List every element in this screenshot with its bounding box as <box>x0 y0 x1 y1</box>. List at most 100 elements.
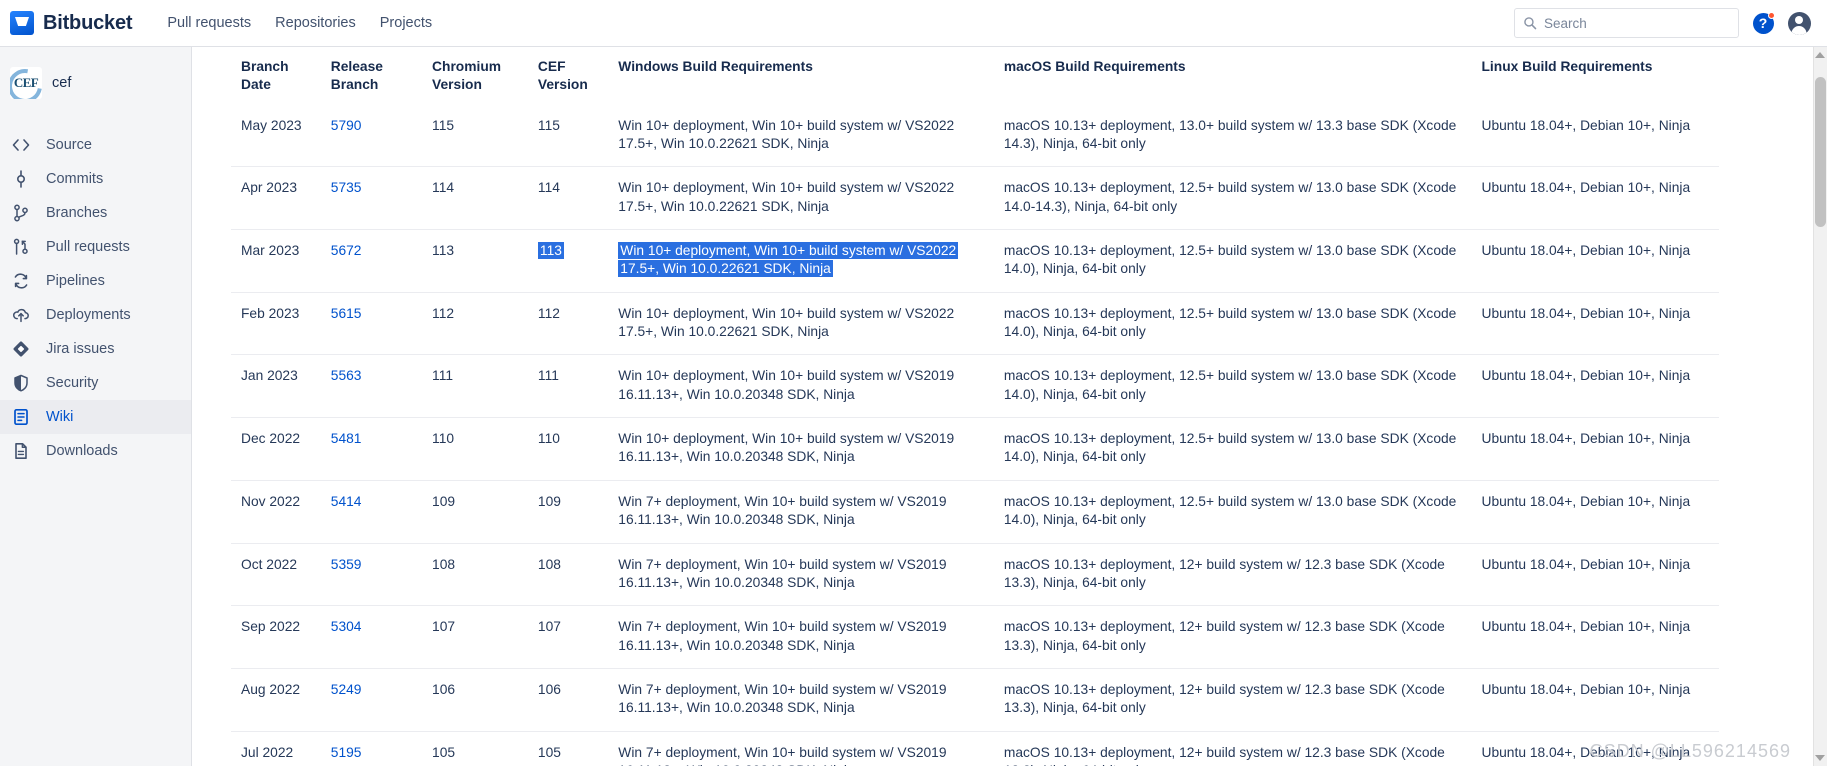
release-branch-link[interactable]: 5615 <box>331 306 362 321</box>
cell-release-branch: 5304 <box>320 605 423 669</box>
table-row: Dec 2022 5481 110 110 Win 10+ deployment, Wi… <box>231 417 1719 481</box>
release-branch-link[interactable]: 5563 <box>331 368 362 383</box>
sidebar-item-label: Commits <box>46 171 104 187</box>
sidebar-item-jira-issues[interactable]: Jira issues <box>0 332 191 366</box>
cell-chromium-version: 108 <box>422 543 528 607</box>
release-branch-link[interactable]: 5481 <box>331 431 362 446</box>
cell-release-branch: 5481 <box>320 417 423 481</box>
table-header: Branch Date Release Branch Chromium Vers… <box>231 47 1719 105</box>
cell-cef-version: 113 <box>527 229 609 293</box>
cell-macos-build-requirements: macOS 10.13+ deployment, 13.0+ build sys… <box>993 104 1472 168</box>
sidebar-item-wiki[interactable]: Wiki <box>0 400 191 434</box>
cell-branch-date: Feb 2023 <box>231 292 321 356</box>
nav-repositories[interactable]: Repositories <box>264 9 367 37</box>
sidebar-item-deployments[interactable]: Deployments <box>0 298 191 332</box>
search-box[interactable] <box>1514 8 1739 38</box>
cell-chromium-version: 107 <box>422 605 528 669</box>
sidebar-item-label: Jira issues <box>46 341 115 357</box>
cell-linux-build-requirements: Ubuntu 18.04+, Debian 10+, Ninja <box>1471 104 1719 168</box>
release-branch-link[interactable]: 5195 <box>331 745 362 760</box>
cell-release-branch: 5735 <box>320 166 423 231</box>
cell-chromium-version: 113 <box>422 229 528 293</box>
sidebar-nav-list: Source Commits Branches Pull requests Pi… <box>0 128 191 468</box>
cell-chromium-version: 115 <box>422 104 528 168</box>
sidebar-item-label: Source <box>46 137 92 153</box>
sidebar-item-label: Branches <box>46 205 108 221</box>
cell-macos-build-requirements: macOS 10.13+ deployment, 12+ build syste… <box>993 731 1472 766</box>
cell-macos-build-requirements: macOS 10.13+ deployment, 12+ build syste… <box>993 605 1472 669</box>
code-brackets-icon <box>10 135 32 155</box>
table-row: Feb 2023 5615 112 112 Win 10+ deployment, Wi… <box>231 292 1719 356</box>
cell-linux-build-requirements: Ubuntu 18.04+, Debian 10+, Ninja <box>1471 480 1719 544</box>
cell-macos-build-requirements: macOS 10.13+ deployment, 12.5+ build sys… <box>993 166 1472 231</box>
cell-cef-version: 115 <box>527 104 609 168</box>
cell-cef-version: 111 <box>527 354 609 419</box>
release-branch-link[interactable]: 5359 <box>331 557 362 572</box>
scrollbar-thumb[interactable] <box>1815 77 1826 227</box>
cell-chromium-version: 114 <box>422 166 528 231</box>
table-row: Apr 2023 5735 114 114 Win 10+ deployment, Wi… <box>231 166 1719 231</box>
table-row: Sep 2022 5304 107 107 Win 7+ deployment, Win… <box>231 605 1719 669</box>
cell-windows-build-requirements: Win 10+ deployment, Win 10+ build system… <box>608 166 994 231</box>
table-row: May 2023 5790 115 115 Win 10+ deployment, Wi… <box>231 104 1719 168</box>
sidebar-item-pull-requests[interactable]: Pull requests <box>0 230 191 264</box>
downloads-icon <box>10 441 32 461</box>
vertical-scrollbar[interactable] <box>1813 47 1827 766</box>
cell-windows-build-requirements: Win 10+ deployment, Win 10+ build system… <box>608 292 994 356</box>
cell-linux-build-requirements: Ubuntu 18.04+, Debian 10+, Ninja <box>1471 543 1719 607</box>
release-branch-link[interactable]: 5790 <box>331 118 362 133</box>
sidebar-item-downloads[interactable]: Downloads <box>0 434 191 468</box>
cell-windows-build-requirements: Win 10+ deployment, Win 10+ build system… <box>608 354 994 419</box>
profile-button[interactable] <box>1787 11 1811 35</box>
table-row: Nov 2022 5414 109 109 Win 7+ deployment, Win… <box>231 480 1719 544</box>
cell-macos-build-requirements: macOS 10.13+ deployment, 12.5+ build sys… <box>993 417 1472 481</box>
selected-text: Win 10+ deployment, Win 10+ build system… <box>618 242 959 278</box>
cell-windows-build-requirements: Win 7+ deployment, Win 10+ build system … <box>608 605 994 669</box>
cell-linux-build-requirements: Ubuntu 18.04+, Debian 10+, Ninja <box>1471 292 1719 356</box>
sidebar-item-branches[interactable]: Branches <box>0 196 191 230</box>
table-row: Jan 2023 5563 111 111 Win 10+ deployment, Wi… <box>231 354 1719 419</box>
brand-name: Bitbucket <box>43 11 133 34</box>
column-header-branch-date: Branch Date <box>241 59 289 93</box>
cell-branch-date: Jul 2022 <box>231 731 321 766</box>
nav-pull-requests[interactable]: Pull requests <box>156 9 262 37</box>
cell-linux-build-requirements: Ubuntu 18.04+, Debian 10+, Ninja <box>1471 605 1719 669</box>
help-button[interactable]: ? <box>1751 11 1775 35</box>
search-input[interactable] <box>1544 15 1730 31</box>
release-branch-link[interactable]: 5249 <box>331 682 362 697</box>
repository-header[interactable]: CEF cef <box>0 47 191 103</box>
cell-cef-version: 105 <box>527 731 609 766</box>
cell-macos-build-requirements: macOS 10.13+ deployment, 12.5+ build sys… <box>993 292 1472 356</box>
cell-release-branch: 5615 <box>320 292 423 356</box>
cell-macos-build-requirements: macOS 10.13+ deployment, 12.5+ build sys… <box>993 229 1472 293</box>
deployment-icon <box>10 305 32 325</box>
sidebar-item-label: Pipelines <box>46 273 105 289</box>
bitbucket-brand[interactable]: Bitbucket <box>10 11 133 35</box>
cell-release-branch: 5672 <box>320 229 423 293</box>
sidebar-item-commits[interactable]: Commits <box>0 162 191 196</box>
nav-projects[interactable]: Projects <box>369 9 443 37</box>
release-branch-link[interactable]: 5672 <box>331 243 362 258</box>
cell-macos-build-requirements: macOS 10.13+ deployment, 12.5+ build sys… <box>993 354 1472 419</box>
scroll-up-arrow-icon[interactable] <box>1815 52 1825 58</box>
pull-request-icon <box>10 237 32 257</box>
pipeline-icon <box>10 271 32 291</box>
sidebar-item-pipelines[interactable]: Pipelines <box>0 264 191 298</box>
scroll-down-arrow-icon[interactable] <box>1815 755 1825 761</box>
sidebar-item-source[interactable]: Source <box>0 128 191 162</box>
selected-text: 113 <box>537 242 564 260</box>
sidebar-item-security[interactable]: Security <box>0 366 191 400</box>
release-branch-link[interactable]: 5735 <box>331 180 362 195</box>
bitbucket-wiki-page: Bitbucket Pull requests Repositories Pro… <box>0 0 1827 766</box>
repository-avatar: CEF <box>10 67 42 99</box>
jira-icon <box>10 339 32 359</box>
cell-macos-build-requirements: macOS 10.13+ deployment, 12+ build syste… <box>993 668 1472 732</box>
cell-branch-date: Sep 2022 <box>231 605 321 669</box>
cell-windows-build-requirements: Win 7+ deployment, Win 10+ build system … <box>608 480 994 544</box>
column-header-cef-version: CEF Version <box>537 59 588 93</box>
sidebar-item-label: Downloads <box>46 443 118 459</box>
table-body: May 2023 5790 115 115 Win 10+ deployment, Wi… <box>231 104 1719 766</box>
release-branch-link[interactable]: 5304 <box>331 619 362 634</box>
release-branch-link[interactable]: 5414 <box>331 494 362 509</box>
cell-branch-date: Oct 2022 <box>231 543 321 607</box>
